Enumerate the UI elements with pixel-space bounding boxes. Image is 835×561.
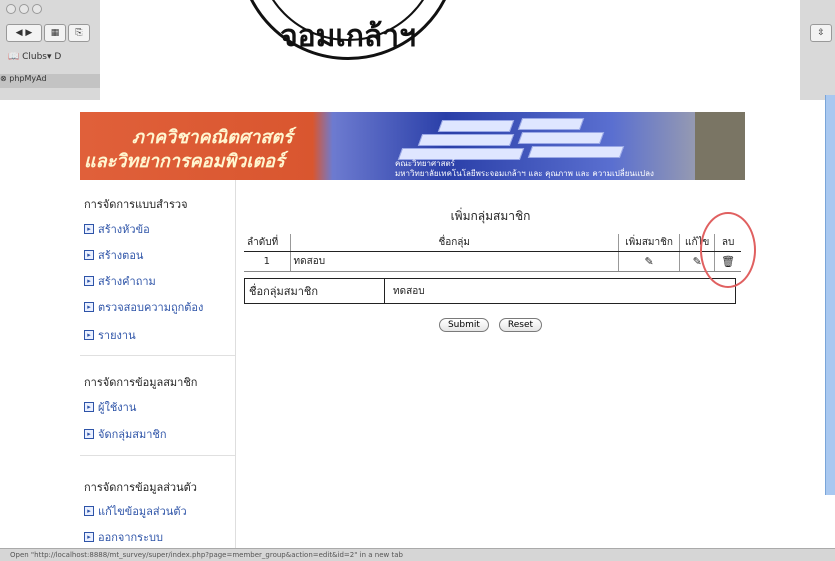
tab-label: phpMyAd	[9, 74, 47, 83]
banner-caption: คณะวิทยาศาสตร์ มหาวิทยาลัยเทคโนโลยีพระจอ…	[395, 159, 654, 178]
back-forward-buttons[interactable]: ◀ ▶	[6, 24, 42, 42]
cell-name: ทดสอบ	[289, 251, 619, 272]
stamp-text: จอมเกล้าฯ	[280, 19, 416, 54]
bookmark-d[interactable]: D	[54, 52, 61, 62]
arrow-bullet-icon: ▸	[84, 532, 94, 542]
bookmarks-bar: 📖 Clubs▾ D	[8, 52, 61, 62]
share-icon[interactable]: ⎘	[68, 24, 90, 42]
cell-no: 1	[244, 251, 291, 272]
site-banner: ภาควิชาคณิตศาสตร์ และวิทยาการคอมพิวเตอร์…	[80, 112, 745, 180]
col-header-no: ลำดับที่	[244, 234, 291, 252]
print-icon[interactable]: ▦	[44, 24, 66, 42]
sidebar-item-create-question[interactable]: ▸ สร้างคำถาม	[84, 272, 156, 290]
browser-chrome-right: ⇳	[800, 0, 835, 100]
sidebar-item-edit-profile[interactable]: ▸ แก้ไขข้อมูลส่วนตัว	[84, 502, 187, 520]
group-name-input[interactable]: ทดสอบ	[385, 284, 425, 299]
arrow-bullet-icon: ▸	[84, 250, 94, 260]
sidebar: การจัดการแบบสำรวจ ▸ สร้างหัวข้อ ▸ สร้างตอน…	[80, 180, 236, 548]
arrow-bullet-icon: ▸	[84, 402, 94, 412]
page-title: เพิ่มกลุ่มสมาชิก	[450, 209, 531, 223]
sidebar-item-create-topic[interactable]: ▸ สร้างหัวข้อ	[84, 220, 150, 238]
arrow-bullet-icon: ▸	[84, 506, 94, 516]
sidebar-item-member-groups[interactable]: ▸ จัดกลุ่มสมาชิก	[84, 425, 167, 443]
add-member-edit-icon[interactable]: ✎	[642, 255, 656, 268]
seal-stamp: จอมเกล้าฯ	[238, 0, 458, 60]
window-traffic-lights[interactable]	[6, 4, 42, 14]
scroll-stepper-icon[interactable]: ⇳	[810, 24, 832, 42]
book-icon[interactable]: 📖	[8, 52, 19, 62]
sidebar-item-verify[interactable]: ▸ ตรวจสอบความถูกต้อง	[84, 298, 203, 316]
bookmark-clubs[interactable]: Clubs▾	[22, 52, 51, 62]
member-group-table: ลำดับที่ ชื่อกลุ่ม เพิ่มสมาชิก แก้ไข ลบ …	[244, 234, 741, 272]
main-content: เพิ่มกลุ่มสมาชิก ลำดับที่ ชื่อกลุ่ม เพิ่…	[236, 180, 745, 548]
sidebar-section-title-members: การจัดการข้อมูลสมาชิก	[84, 376, 198, 389]
reset-button[interactable]: Reset	[498, 318, 543, 332]
arrow-bullet-icon: ▸	[84, 224, 94, 234]
arrow-bullet-icon: ▸	[84, 330, 94, 340]
statue-image	[695, 112, 745, 180]
status-bar: Open "http://localhost:8888/mt_survey/su…	[0, 548, 835, 561]
sidebar-section-title-survey: การจัดการแบบสำรวจ	[84, 198, 188, 211]
col-header-name: ชื่อกลุ่ม	[289, 234, 619, 252]
group-name-form: ชื่อกลุ่มสมาชิก ทดสอบ	[244, 278, 736, 304]
group-name-label: ชื่อกลุ่มสมาชิก	[245, 279, 385, 303]
sidebar-item-report[interactable]: ▸ รายงาน	[84, 326, 136, 344]
arrow-bullet-icon: ▸	[84, 302, 94, 312]
submit-button[interactable]: Submit	[438, 318, 489, 332]
sidebar-item-users[interactable]: ▸ ผู้ใช้งาน	[84, 398, 136, 416]
scrollbar[interactable]	[825, 95, 835, 495]
browser-chrome-left: ◀ ▶ ▦ ⎘ 📖 Clubs▾ D ⊗ phpMyAd	[0, 0, 100, 100]
close-icon[interactable]: ⊗	[0, 74, 7, 83]
table-header-row: ลำดับที่ ชื่อกลุ่ม เพิ่มสมาชิก แก้ไข ลบ	[244, 234, 741, 252]
sidebar-item-logout[interactable]: ▸ ออกจากระบบ	[84, 528, 163, 546]
col-header-add-member: เพิ่มสมาชิก	[617, 234, 680, 252]
table-row: 1 ทดสอบ ✎ ✎ 🗑	[244, 251, 741, 272]
arrow-bullet-icon: ▸	[84, 429, 94, 439]
sidebar-section-title-personal: การจัดการข้อมูลส่วนตัว	[84, 481, 197, 494]
form-buttons: Submit Reset	[236, 318, 745, 332]
banner-title-line2: และวิทยาการคอมพิวเตอร์	[84, 151, 285, 172]
browser-tab[interactable]: ⊗ phpMyAd	[0, 74, 100, 88]
sidebar-item-create-part[interactable]: ▸ สร้างตอน	[84, 246, 143, 264]
keyboard-image	[397, 118, 650, 160]
arrow-bullet-icon: ▸	[84, 276, 94, 286]
annotation-circle	[700, 212, 756, 288]
divider	[80, 355, 235, 356]
divider	[80, 455, 235, 456]
